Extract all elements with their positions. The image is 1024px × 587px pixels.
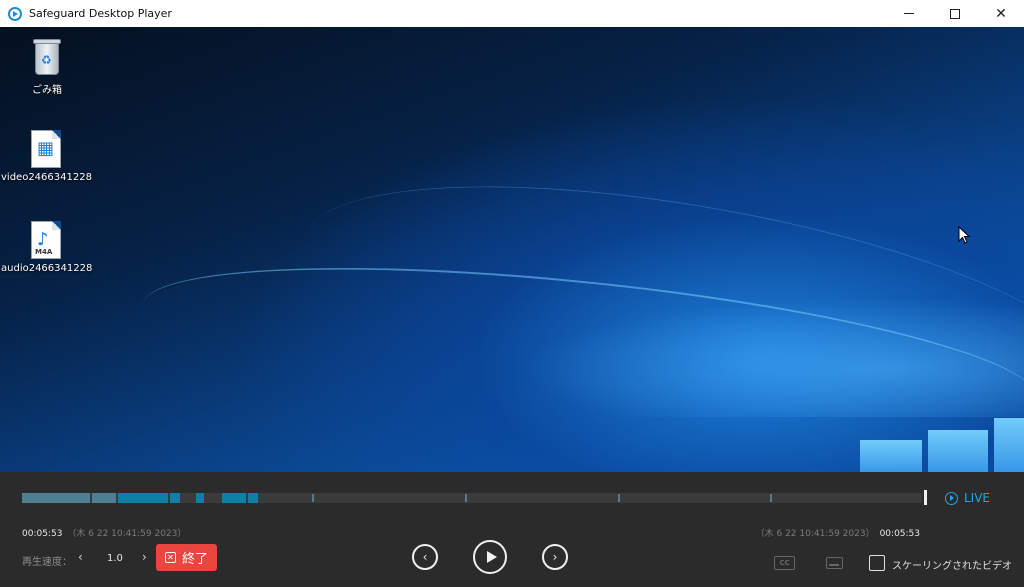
cc-label: CC	[779, 559, 790, 567]
chevron-right-icon: ›	[552, 550, 558, 564]
live-button[interactable]: LIVE	[945, 491, 990, 505]
timeline-segment	[92, 493, 116, 503]
previous-button[interactable]: ‹	[412, 544, 438, 570]
timeline-bar[interactable]	[22, 493, 922, 503]
timeline-segment	[170, 493, 180, 503]
close-box-icon: ✕	[164, 552, 176, 563]
desktop-icon-audio[interactable]: ♪ M4A audio2466341228	[1, 221, 93, 274]
next-button[interactable]: ›	[542, 544, 568, 570]
chevron-left-icon: ‹	[422, 550, 428, 564]
desktop-icon-recycle-bin[interactable]: ♻ ごみ箱	[2, 37, 92, 96]
timeline-segment	[196, 493, 204, 503]
player-window: Safeguard Desktop Player ✕ ♻ ごみ箱 ▦ video…	[0, 0, 1024, 587]
windows-logo-wallpaper	[860, 412, 1024, 472]
close-button[interactable]: ✕	[978, 0, 1024, 27]
video-file-icon: ▦	[31, 130, 61, 168]
close-icon: ✕	[995, 5, 1007, 22]
timeline-tick	[26, 494, 28, 502]
speed-label: 再生速度：	[22, 557, 72, 568]
maximize-button[interactable]	[932, 0, 978, 27]
desktop-icon-label: ごみ箱	[32, 85, 62, 96]
play-button[interactable]	[473, 540, 507, 574]
speed-increase-button[interactable]: ›	[142, 550, 147, 564]
minimize-button[interactable]	[886, 0, 932, 27]
subtitle-icon[interactable]	[826, 557, 843, 569]
desktop-icon-label: video2466341228	[1, 172, 92, 183]
live-play-icon	[945, 491, 958, 505]
end-button-label: 終了	[181, 552, 208, 567]
control-panel: LIVE 00:05:53 （木 6 22 10:41:59 2023） （木 6…	[0, 472, 1024, 587]
end-time-value: 00:05:53	[879, 529, 920, 539]
timeline-tick	[312, 494, 314, 502]
timeline-tick	[770, 494, 772, 502]
end-time: （木 6 22 10:41:59 2023） 00:05:53	[751, 526, 920, 539]
live-label: LIVE	[964, 491, 991, 505]
file-type-tag: M4A	[35, 248, 53, 256]
current-time-value: 00:05:53	[22, 529, 63, 539]
end-datetime: （木 6 22 10:41:59 2023）	[755, 529, 875, 539]
timeline-playhead[interactable]	[924, 490, 927, 505]
minimize-icon	[904, 13, 914, 14]
speed-decrease-button[interactable]: ‹	[78, 550, 83, 564]
timeline-segment	[118, 493, 168, 503]
title-bar: Safeguard Desktop Player ✕	[0, 0, 1024, 27]
end-button[interactable]: ✕ 終了	[156, 544, 217, 571]
timeline-tick	[465, 494, 467, 502]
closed-caption-button[interactable]: CC	[774, 556, 795, 570]
recycle-bin-icon: ♻	[30, 37, 64, 77]
audio-file-icon: ♪ M4A	[31, 221, 61, 259]
maximize-icon	[950, 8, 960, 19]
current-time: 00:05:53 （木 6 22 10:41:59 2023）	[22, 526, 191, 539]
timeline-segment	[248, 493, 258, 503]
desktop-icon-video[interactable]: ▦ video2466341228	[1, 130, 92, 183]
window-title: Safeguard Desktop Player	[29, 7, 172, 20]
play-circle-icon	[8, 6, 22, 21]
timeline-segment	[222, 493, 246, 503]
speed-value: 1.0	[107, 553, 123, 564]
scaling-checkbox[interactable]	[869, 555, 885, 571]
timeline-segment	[22, 493, 90, 503]
timeline-tick	[618, 494, 620, 502]
desktop-icon-label: audio2466341228	[1, 263, 93, 274]
video-area[interactable]: ♻ ごみ箱 ▦ video2466341228 ♪ M4A audio24663…	[0, 27, 1024, 472]
current-datetime: （木 6 22 10:41:59 2023）	[67, 529, 187, 539]
scaling-label: スケーリングされたビデオ	[892, 561, 1012, 572]
